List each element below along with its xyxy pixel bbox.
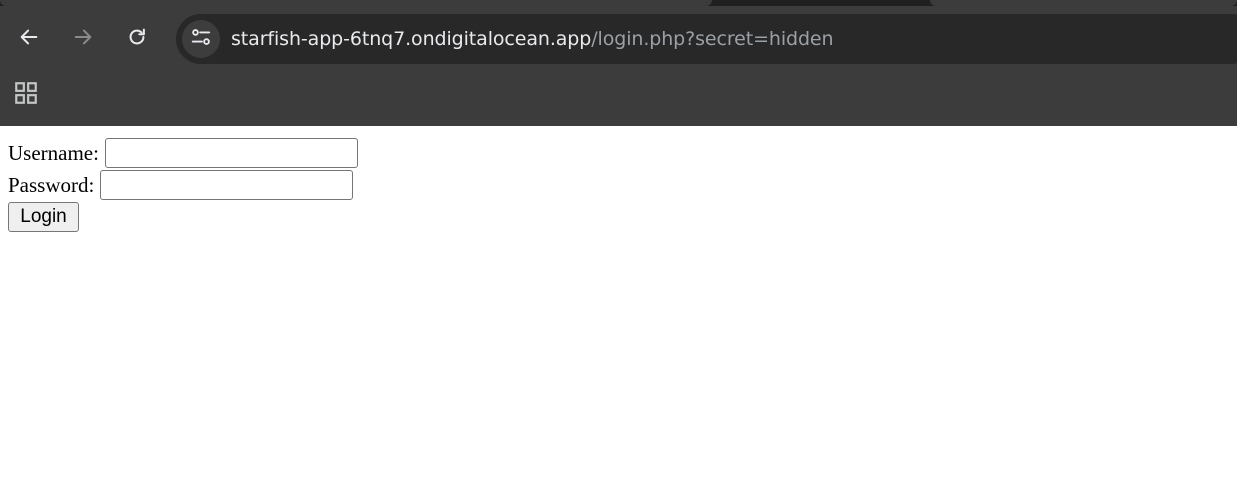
tune-icon [190, 26, 212, 53]
tab-inactive-edge[interactable] [930, 0, 1237, 6]
url-path: /login.php?secret=hidden [591, 28, 834, 50]
back-button[interactable] [12, 22, 46, 56]
address-bar[interactable]: starfish-app-6tnq7.ondigitalocean.app/lo… [176, 14, 1237, 64]
url-text[interactable]: starfish-app-6tnq7.ondigitalocean.app/lo… [231, 27, 834, 51]
username-row: Username: [8, 138, 358, 168]
reload-button[interactable] [120, 22, 154, 56]
password-label: Password: [8, 172, 95, 197]
login-button[interactable]: Login [8, 202, 79, 232]
url-host: starfish-app-6tnq7.ondigitalocean.app [231, 28, 592, 50]
username-label: Username: [8, 140, 99, 165]
username-input[interactable] [104, 138, 358, 168]
arrow-left-icon [18, 26, 40, 53]
page-content: Username: Password: Login [0, 126, 1237, 504]
site-info-button[interactable] [182, 20, 220, 58]
reload-icon [126, 26, 148, 53]
browser-toolbar: starfish-app-6tnq7.ondigitalocean.app/lo… [0, 0, 1237, 126]
tab-strip [0, 0, 1237, 6]
apps-grid-icon [13, 80, 39, 111]
apps-button[interactable] [9, 78, 43, 112]
password-row: Password: [8, 170, 354, 200]
tab-active-edge[interactable] [0, 0, 712, 6]
arrow-right-icon [72, 26, 94, 53]
forward-button[interactable] [66, 22, 100, 56]
password-input[interactable] [100, 170, 354, 200]
